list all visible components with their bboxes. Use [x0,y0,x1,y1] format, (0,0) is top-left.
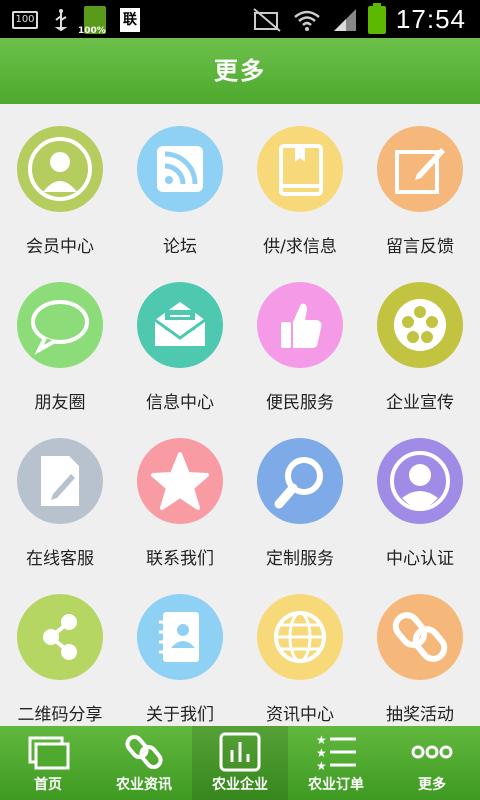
menu-item-label: 二维码分享 [17,705,103,725]
menu-item-label: 定制服务 [266,549,334,569]
menu-item-label: 关于我们 [146,705,214,725]
edit-icon [377,126,463,212]
wifi-icon [294,10,320,31]
nav-label: 首页 [34,777,62,793]
nav-label: 农业资讯 [116,777,172,793]
film-reel-icon [377,282,463,368]
svg-text:★: ★ [316,733,327,747]
menu-item-news-center[interactable]: 资讯中心 [240,572,360,728]
menu-item-lottery[interactable]: 抽奖活动 [360,572,480,728]
menu-item-forum[interactable]: 论坛 [120,104,240,260]
bar-chart-icon [219,732,261,772]
person-icon [17,126,103,212]
thumbs-up-icon [257,282,343,368]
menu-item-label: 在线客服 [26,549,94,569]
link-icon [377,594,463,680]
menu-item-label: 留言反馈 [386,237,454,257]
bottom-nav: 首页 农业资讯 农业企业 ★ ★ ★ 农业订单 更多 [0,726,480,800]
menu-item-label: 企业宣传 [386,393,454,413]
menu-item-custom-service[interactable]: 定制服务 [240,416,360,572]
menu-item-label: 会员中心 [26,237,94,257]
contacts-book-icon [137,594,223,680]
menu-item-supply-demand[interactable]: 供/求信息 [240,104,360,260]
battery-charging-icon: 100% [78,6,106,36]
menu-item-about-us[interactable]: 关于我们 [120,572,240,728]
menu-item-label: 联系我们 [146,549,214,569]
nav-item-agri-news[interactable]: 农业资讯 [96,726,192,800]
rss-icon [137,126,223,212]
svg-text:★: ★ [316,759,327,772]
book-icon [257,126,343,212]
nav-item-home[interactable]: 首页 [0,726,96,800]
battery-percent-text: 100% [78,26,106,36]
nav-item-agri-orders[interactable]: ★ ★ ★ 农业订单 [288,726,384,800]
link-icon [125,734,163,770]
document-icon: 联 [120,8,140,32]
star-icon [137,438,223,524]
menu-item-enterprise-promo[interactable]: 企业宣传 [360,260,480,416]
menu-item-online-support[interactable]: 在线客服 [0,416,120,572]
header-bar: 更多 [0,38,480,104]
usb-icon [52,8,70,32]
svg-text:★: ★ [316,746,327,760]
menu-item-label: 资讯中心 [266,705,334,725]
nav-item-more[interactable]: 更多 [384,726,480,800]
clock: 17:54 [395,4,466,34]
magnifier-icon [257,438,343,524]
nav-item-agri-enterprise[interactable]: 农业企业 [192,726,288,800]
document-pen-icon [17,438,103,524]
star-list-icon: ★★★ [316,733,356,772]
menu-item-label: 中心认证 [386,549,454,569]
menu-item-label: 供/求信息 [263,237,337,257]
menu-item-qr-share[interactable]: 二维码分享 [0,572,120,728]
sd-card-icon: 100 [12,11,38,29]
menu-item-contact-us[interactable]: 联系我们 [120,416,240,572]
menu-item-label: 抽奖活动 [386,705,454,725]
user-badge-icon [377,438,463,524]
chat-bubble-icon [17,282,103,368]
menu-item-center-certification[interactable]: 中心认证 [360,416,480,572]
nav-label: 农业订单 [308,777,364,793]
no-signal-icon [253,7,281,32]
share-icon [17,594,103,680]
menu-item-info-center[interactable]: 信息中心 [120,260,240,416]
nav-label: 农业企业 [212,777,268,793]
windows-icon [28,736,70,770]
menu-item-label: 便民服务 [266,393,334,413]
globe-icon [257,594,343,680]
more-dots-icon [411,745,453,759]
signal-icon [333,8,356,31]
menu-item-friends-circle[interactable]: 朋友圈 [0,260,120,416]
menu-item-feedback[interactable]: 留言反馈 [360,104,480,260]
menu-item-label: 朋友圈 [34,393,86,413]
envelope-icon [137,282,223,368]
nav-label: 更多 [418,777,446,793]
menu-grid: 会员中心 论坛 供/求信息 留言反馈 朋友圈 信息中心 便民服务 企业宣传 在线… [0,104,480,726]
status-bar: 100 100% 联 17:54 [0,0,480,38]
page-title: 更多 [214,57,266,85]
menu-item-convenience-service[interactable]: 便民服务 [240,260,360,416]
menu-item-label: 信息中心 [146,393,214,413]
menu-item-member-center[interactable]: 会员中心 [0,104,120,260]
menu-item-label: 论坛 [163,237,197,257]
battery-icon [367,2,386,34]
